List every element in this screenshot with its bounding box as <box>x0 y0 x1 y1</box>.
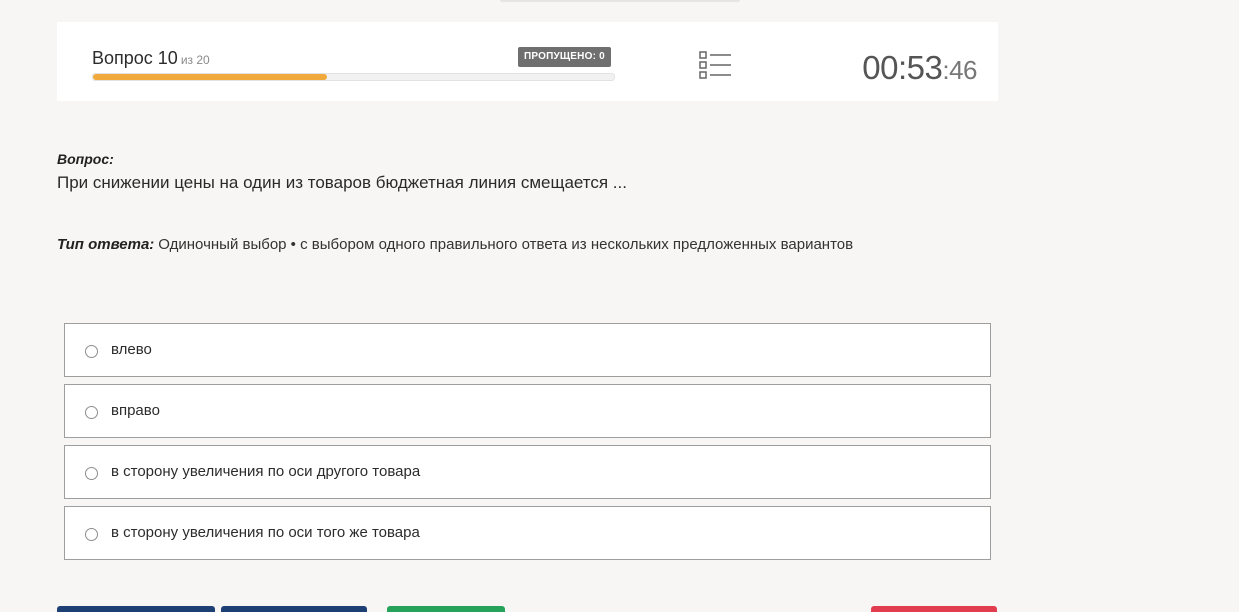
answer-option[interactable]: вправо <box>64 384 991 438</box>
question-total: из 20 <box>180 53 210 67</box>
finish-button[interactable] <box>871 606 997 612</box>
radio-button[interactable] <box>85 345 98 358</box>
page-heading-cut-off <box>500 0 740 2</box>
question-number: Вопрос 10 <box>92 48 178 68</box>
timer-main: 00:53 <box>862 49 943 86</box>
radio-button[interactable] <box>85 528 98 541</box>
nav-button-previous[interactable] <box>57 606 215 612</box>
skipped-badge: ПРОПУЩЕНО: 0 <box>518 47 611 67</box>
question-block: Вопрос: При снижении цены на один из тов… <box>57 151 997 193</box>
question-text: При снижении цены на один из товаров бюд… <box>57 173 627 192</box>
progress-bar <box>92 73 615 81</box>
quiz-header-panel: Вопрос 10 из 20 ПРОПУЩЕНО: 0 00:53:46 <box>57 22 998 101</box>
answer-option[interactable]: в сторону увеличения по оси того же това… <box>64 506 991 560</box>
answer-option-label: влево <box>111 341 152 358</box>
timer-seconds: :46 <box>942 55 977 85</box>
question-counter: Вопрос 10 из 20 <box>92 48 210 69</box>
radio-button[interactable] <box>85 467 98 480</box>
answer-type: Тип ответа: Одиночный выбор • с выбором о… <box>57 236 853 253</box>
answer-type-label: Тип ответа: <box>57 236 155 253</box>
nav-button-next[interactable] <box>221 606 367 612</box>
question-label: Вопрос: <box>57 151 114 167</box>
answer-option-label: вправо <box>111 402 160 419</box>
radio-button[interactable] <box>85 406 98 419</box>
answer-type-value: Одиночный выбор • с выбором одного прави… <box>158 236 854 253</box>
answer-option-label: в сторону увеличения по оси того же това… <box>111 524 420 541</box>
answer-option[interactable]: влево <box>64 323 991 377</box>
answer-option-label: в сторону увеличения по оси другого това… <box>111 463 421 480</box>
quiz-page: Вопрос 10 из 20 ПРОПУЩЕНО: 0 00:53:46 Воп… <box>0 0 1239 612</box>
countdown-timer: 00:53:46 <box>862 49 977 87</box>
progress-bar-fill <box>93 74 328 80</box>
question-list-icon[interactable] <box>698 50 732 80</box>
list-icon <box>699 51 731 79</box>
answer-button[interactable] <box>387 606 505 612</box>
answer-option[interactable]: в сторону увеличения по оси другого това… <box>64 445 991 499</box>
